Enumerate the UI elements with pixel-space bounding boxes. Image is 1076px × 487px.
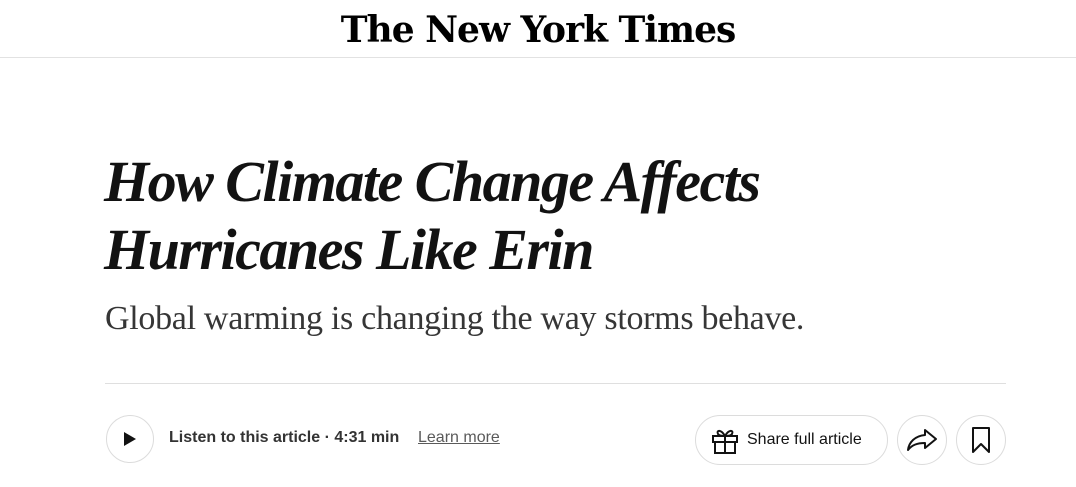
headline-line-2: Hurricanes Like Erin	[104, 217, 594, 282]
article-page: The New York Times How Climate Change Af…	[0, 0, 1076, 487]
gift-icon	[710, 426, 740, 454]
masthead: The New York Times	[0, 0, 1076, 58]
nyt-logo[interactable]: The New York Times	[341, 12, 736, 48]
article-summary: Global warming is changing the way storm…	[105, 300, 805, 337]
article-headline: How Climate Change Affects Hurricanes Li…	[104, 148, 864, 284]
listen-label: Listen to this article · 4:31 min	[169, 429, 400, 446]
share-full-article-button[interactable]: Share full article	[695, 415, 888, 465]
share-label: Share full article	[747, 431, 862, 448]
play-icon	[123, 431, 137, 447]
headline-line-1: How Climate Change Affects	[104, 149, 761, 214]
play-audio-button[interactable]	[106, 415, 154, 463]
divider	[105, 383, 1006, 384]
article-toolbar: Listen to this article · 4:31 min Learn …	[106, 415, 1006, 465]
share-button[interactable]	[897, 415, 947, 465]
learn-more-link[interactable]: Learn more	[418, 429, 500, 447]
bookmark-icon	[971, 427, 991, 453]
save-button[interactable]	[956, 415, 1006, 465]
share-arrow-icon	[906, 428, 938, 452]
